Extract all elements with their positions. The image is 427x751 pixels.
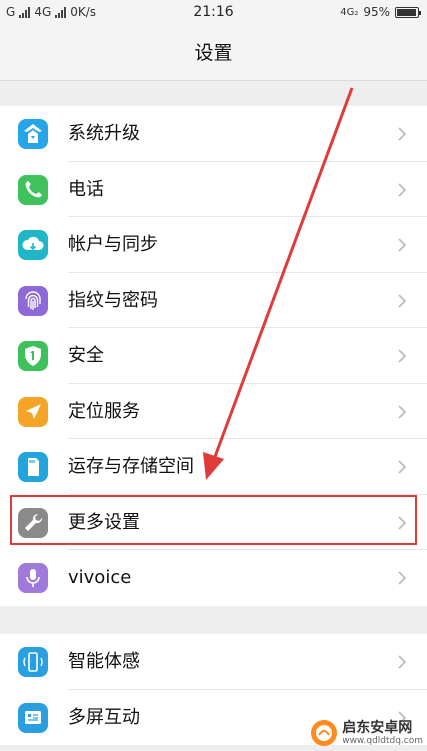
watermark-title: 启东安卓网 [342,719,413,736]
settings-item-0-0[interactable]: 系统升级 [0,106,427,162]
battery-percent: 95% [363,5,390,19]
microphone-icon [18,563,48,593]
chevron-right-icon [395,404,409,419]
settings-item-label: 智能体感 [68,651,140,672]
settings-item-label: vivoice [68,567,132,588]
shield-icon [18,341,48,371]
settings-item-0-4[interactable]: 安全 [0,328,427,384]
settings-item-0-7[interactable]: 更多设置 [0,495,427,550]
settings-group-main: 系统升级电话帐户与同步指纹与密码安全定位服务运存与存储空间 更多设置 vivoice [0,106,427,606]
settings-item-0-8[interactable]: vivoice [0,550,427,606]
settings-item-label: 安全 [68,345,104,366]
chevron-right-icon [395,348,409,363]
settings-item-1-0[interactable]: 智能体感 [0,634,427,690]
upgrade-icon [18,119,48,149]
wrench-icon [18,507,48,538]
phone-icon [18,174,48,205]
chevron-right-icon [395,126,409,141]
settings-item-0-3[interactable]: 指纹与密码 [0,273,427,328]
status-right: 4G₂ 95% [340,5,421,19]
multiscreen-icon [18,702,48,733]
settings-item-0-2[interactable]: 帐户与同步 [0,217,427,273]
chevron-right-icon [395,459,409,474]
watermark-logo-icon [311,720,338,746]
settings-item-label: 多屏互动 [68,706,140,728]
watermark-url: www.qdldtdq.com [342,735,423,746]
settings-item-label: 电话 [68,178,104,200]
settings-item-label: 帐户与同步 [68,234,158,255]
settings-item-label: 指纹与密码 [68,289,158,311]
chevron-right-icon [395,293,409,308]
status-bar: G 4G 0K/s 21:16 4G₂ 95% [0,0,427,26]
chevron-right-icon [395,654,409,669]
storage-card-icon [18,452,48,482]
network-type: 4G₂ [340,6,359,18]
chevron-right-icon [395,182,409,197]
motion-phone-icon [18,647,48,677]
settings-item-0-5[interactable]: 定位服务 [0,384,427,439]
chevron-right-icon [395,515,409,530]
location-arrow-icon [18,396,48,427]
settings-item-label: 定位服务 [68,400,140,422]
fingerprint-icon [18,285,48,316]
settings-item-0-1[interactable]: 电话 [0,162,427,217]
settings-item-label: 更多设置 [68,511,140,533]
watermark: 启东安卓网 www.qdldtdq.com [310,719,423,747]
battery-fill [397,8,416,16]
chevron-right-icon [395,570,409,585]
cloud-sync-icon [18,230,48,260]
page-title: 设置 [0,26,427,81]
settings-item-label: 运存与存储空间 [68,456,194,477]
settings-item-label: 系统升级 [68,123,140,144]
battery-icon [395,6,421,18]
chevron-right-icon [395,237,409,252]
settings-item-0-6[interactable]: 运存与存储空间 [0,439,427,495]
